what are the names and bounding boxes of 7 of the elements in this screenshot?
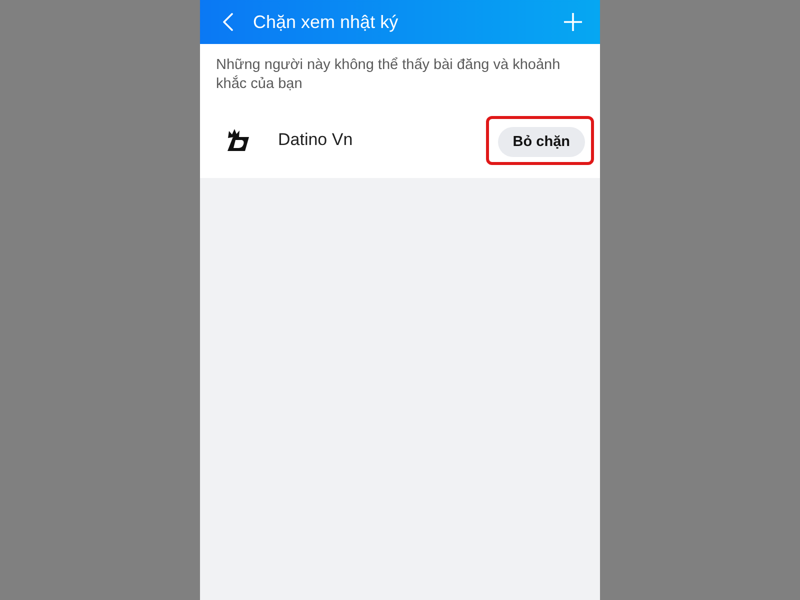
emblem-icon bbox=[226, 128, 250, 152]
back-icon[interactable] bbox=[222, 13, 234, 31]
unblock-button[interactable]: Bỏ chặn bbox=[498, 126, 585, 156]
user-name: Datino Vn bbox=[278, 130, 354, 150]
screen-title: Chặn xem nhật ký bbox=[253, 12, 400, 32]
add-icon[interactable] bbox=[564, 13, 582, 31]
description-text: Những người này không thể thấy bài đăng và khoảnh khắc của bạn bbox=[215, 56, 562, 94]
